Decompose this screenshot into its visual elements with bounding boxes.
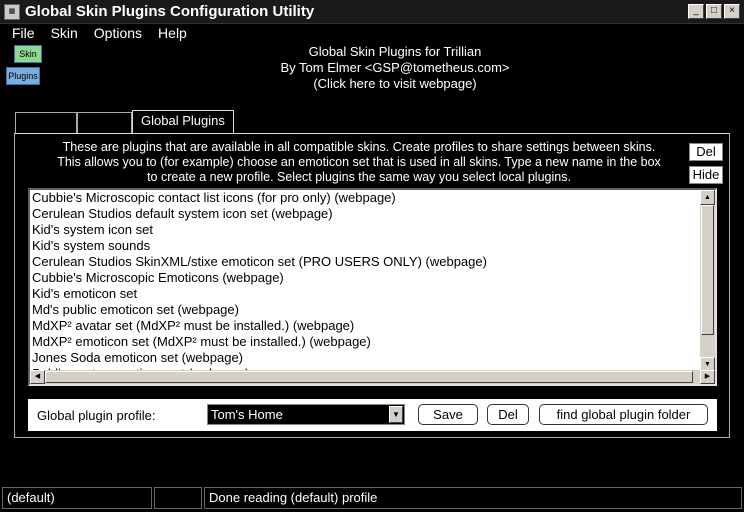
list-item[interactable]: Jones Soda emoticon set (webpage) xyxy=(32,350,702,366)
description-line-1: These are plugins that are available in … xyxy=(62,140,656,154)
list-item[interactable]: Cubbie's Microscopic Emoticons (webpage) xyxy=(32,270,702,286)
tab-1[interactable] xyxy=(15,112,77,133)
plugin-list-items: Cubbie's Microscopic contact list icons … xyxy=(32,190,702,374)
scroll-right-icon[interactable]: ▶ xyxy=(700,370,715,384)
status-profile: (default) xyxy=(2,487,152,509)
profile-select[interactable]: Tom's Home ▼ xyxy=(207,404,405,425)
status-message: Done reading (default) profile xyxy=(204,487,742,509)
profile-select-value[interactable]: Tom's Home xyxy=(211,406,283,423)
maximize-button[interactable]: □ xyxy=(706,4,722,19)
title-bar[interactable]: ▦ Global Skin Plugins Configuration Util… xyxy=(0,0,744,24)
list-item[interactable]: Cubbie's Microscopic contact list icons … xyxy=(32,190,702,206)
tab-2[interactable] xyxy=(77,112,132,133)
list-item[interactable]: Kid's system icon set xyxy=(32,222,702,238)
menu-help[interactable]: Help xyxy=(150,24,195,42)
list-item[interactable]: Cerulean Studios SkinXML/stixe emoticon … xyxy=(32,254,702,270)
status-bar: (default) Done reading (default) profile xyxy=(0,487,744,509)
vertical-scroll-thumb[interactable] xyxy=(701,205,714,335)
header-line-title: Global Skin Plugins for Trillian xyxy=(308,44,482,59)
global-plugins-panel: These are plugins that are available in … xyxy=(14,133,730,438)
minimize-button[interactable]: _ xyxy=(688,4,704,19)
header-line-author: By Tom Elmer <GSP@tometheus.com> xyxy=(280,60,510,75)
list-item[interactable]: Md's public emoticon set (webpage) xyxy=(32,302,702,318)
menu-bar: File Skin Options Help xyxy=(0,24,744,42)
plugin-list[interactable]: Cubbie's Microscopic contact list icons … xyxy=(28,188,717,386)
hide-button[interactable]: Hide xyxy=(689,166,723,184)
window-title: Global Skin Plugins Configuration Utilit… xyxy=(25,3,315,20)
menu-file[interactable]: File xyxy=(4,24,43,42)
app-icon[interactable]: ▦ xyxy=(4,4,20,20)
list-item[interactable]: Cerulean Studios default system icon set… xyxy=(32,206,702,222)
description-line-3: to create a new profile. Select plugins … xyxy=(147,170,571,184)
menu-options[interactable]: Options xyxy=(86,24,150,42)
horizontal-scrollbar[interactable]: ◀ ▶ xyxy=(30,370,715,384)
find-folder-button[interactable]: find global plugin folder xyxy=(539,404,708,425)
menu-skin[interactable]: Skin xyxy=(43,24,86,42)
tab-global-plugins[interactable]: Global Plugins xyxy=(132,110,234,133)
horizontal-scroll-thumb[interactable] xyxy=(45,371,693,383)
main-window: ▦ Global Skin Plugins Configuration Util… xyxy=(0,0,744,512)
description-line-2: This allows you to (for example) choose … xyxy=(57,155,661,169)
list-item[interactable]: Kid's emoticon set xyxy=(32,286,702,302)
chevron-down-icon[interactable]: ▼ xyxy=(389,406,403,423)
scroll-left-icon[interactable]: ◀ xyxy=(30,370,45,384)
logo-plugins-piece: Plugins xyxy=(6,67,40,85)
header-credits[interactable]: Global Skin Plugins for Trillian By Tom … xyxy=(200,44,590,92)
description-text: These are plugins that are available in … xyxy=(39,140,679,185)
save-button[interactable]: Save xyxy=(418,404,478,425)
list-item[interactable]: MdXP² emoticon set (MdXP² must be instal… xyxy=(32,334,702,350)
delete-button[interactable]: Del xyxy=(689,143,723,161)
window-controls: _ □ × xyxy=(688,4,740,19)
profile-label: Global plugin profile: xyxy=(37,408,156,423)
close-button[interactable]: × xyxy=(724,4,740,19)
skin-plugins-logo: Skin Plugins xyxy=(6,45,48,87)
delete-profile-button[interactable]: Del xyxy=(487,404,529,425)
visit-webpage-link[interactable]: (Click here to visit webpage) xyxy=(200,76,590,92)
status-middle xyxy=(154,487,202,509)
list-item[interactable]: Kid's system sounds xyxy=(32,238,702,254)
vertical-scrollbar[interactable]: ▲ ▼ xyxy=(700,190,715,372)
list-item[interactable]: MdXP² avatar set (MdXP² must be installe… xyxy=(32,318,702,334)
scroll-up-icon[interactable]: ▲ xyxy=(700,190,715,205)
profile-row: Global plugin profile: Tom's Home ▼ Save… xyxy=(28,399,717,431)
tab-strip: Global Plugins xyxy=(15,110,234,134)
logo-skin-piece: Skin xyxy=(14,45,42,63)
